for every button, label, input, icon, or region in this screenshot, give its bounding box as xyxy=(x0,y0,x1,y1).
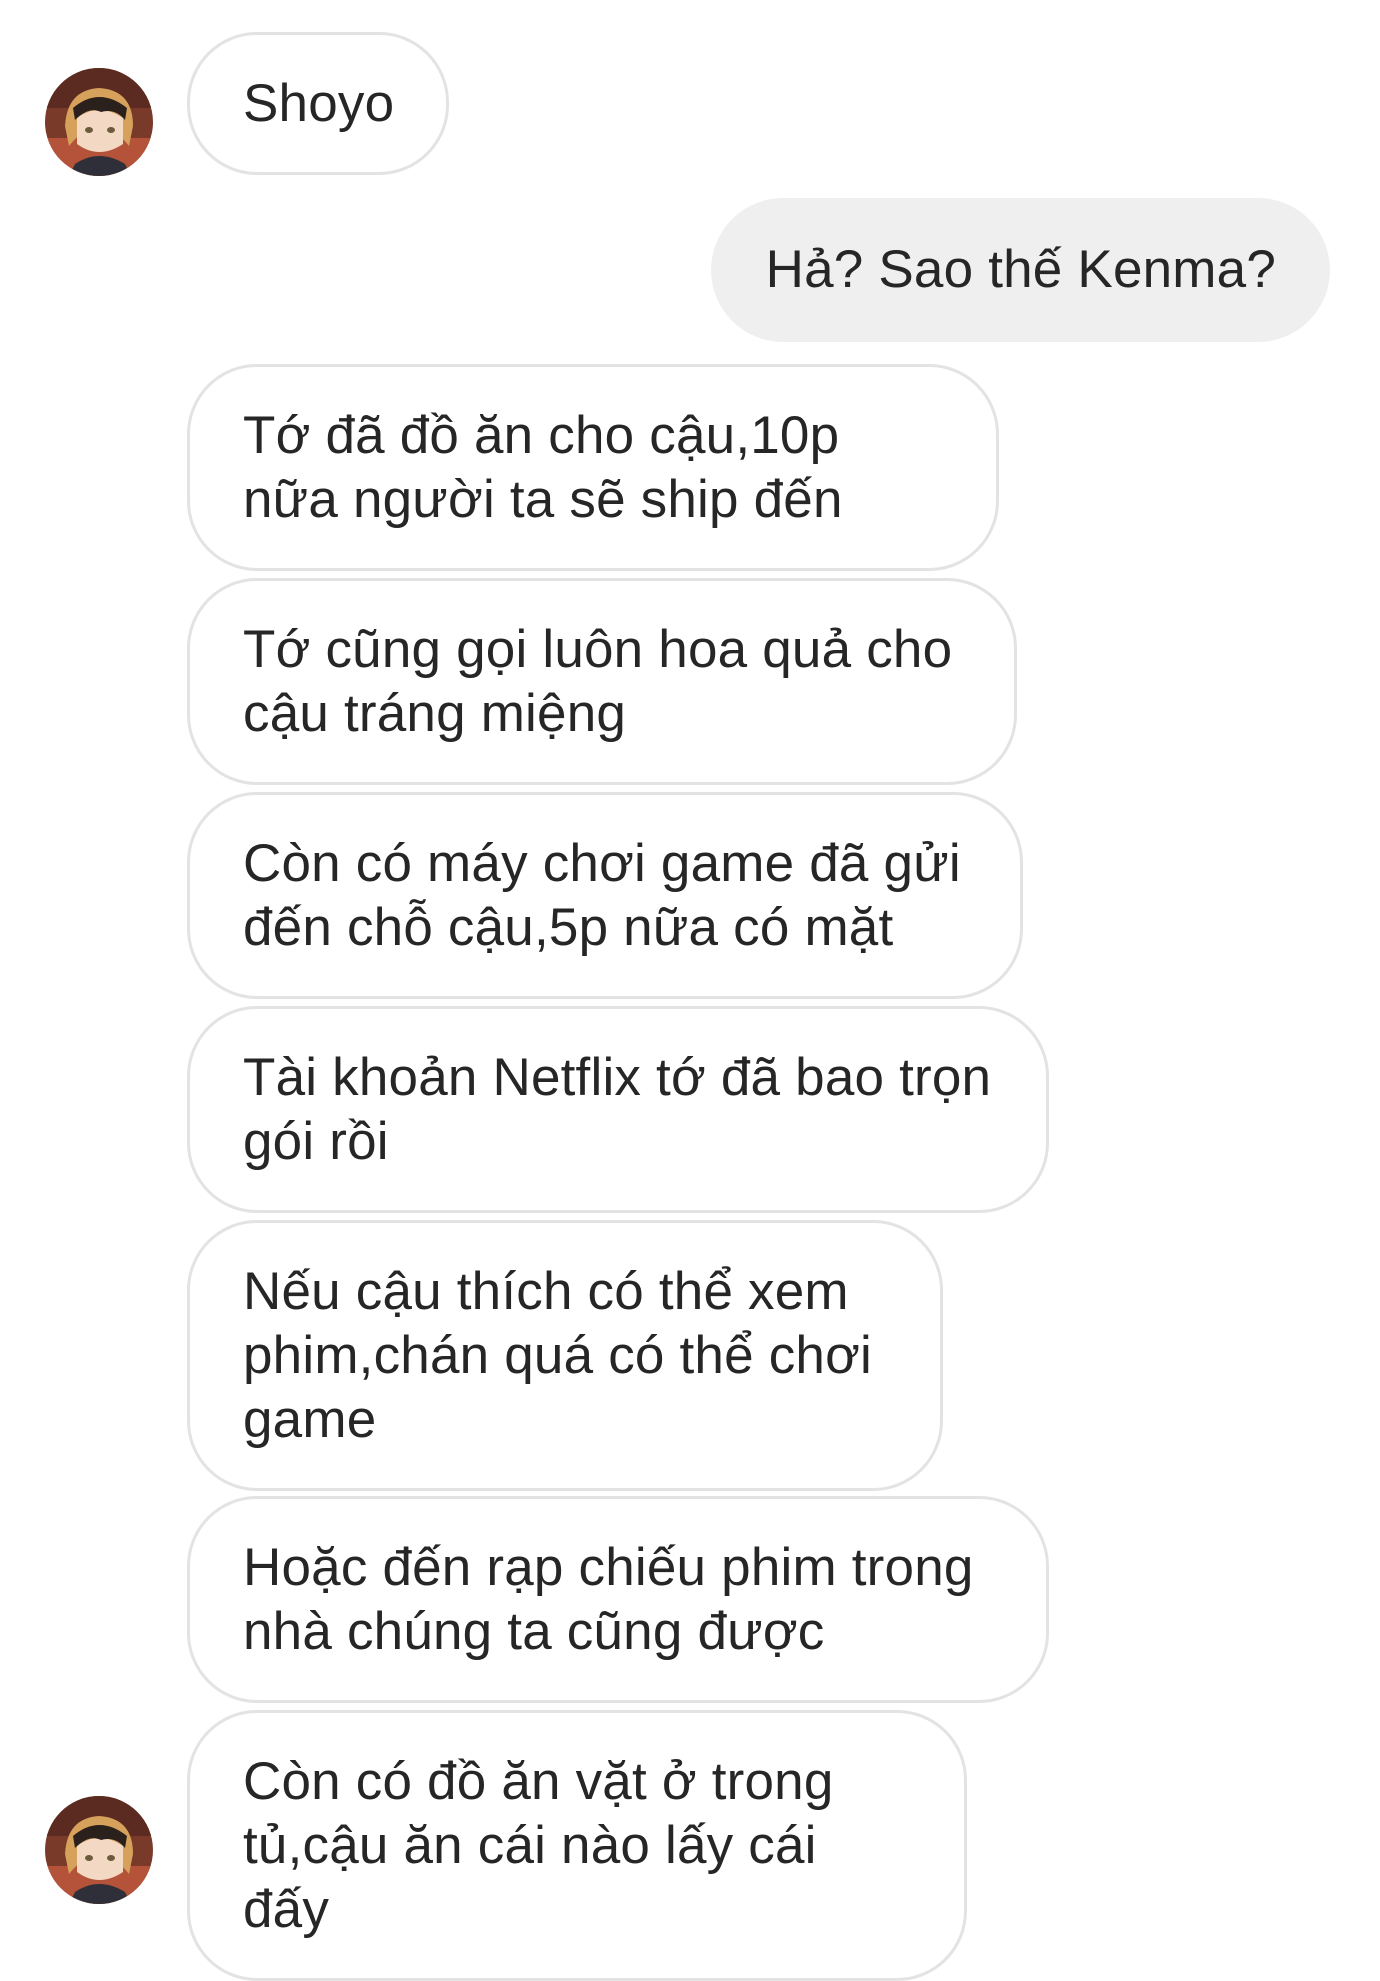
message-thread: Shoyo Hả? Sao thế Kenma? Tớ đã đồ ăn cho… xyxy=(0,0,1380,1981)
message-text: Hả? Sao thế Kenma? xyxy=(765,240,1276,299)
message-incoming[interactable]: Nếu cậu thích có thể xem phim,chán quá c… xyxy=(187,1220,943,1491)
message-incoming[interactable]: Còn có đồ ăn vặt ở trong tủ,cậu ăn cái n… xyxy=(187,1710,967,1981)
message-incoming[interactable]: Tài khoản Netflix tớ đã bao trọn gói rồi xyxy=(187,1006,1049,1213)
message-incoming[interactable]: Còn có máy chơi game đã gửi đến chỗ cậu,… xyxy=(187,792,1023,999)
message-text: Tớ cũng gọi luôn hoa quả cho cậu tráng m… xyxy=(243,620,953,743)
message-text: Còn có đồ ăn vặt ở trong tủ,cậu ăn cái n… xyxy=(243,1752,834,1939)
message-incoming[interactable]: Tớ đã đồ ăn cho cậu,10p nữa người ta sẽ … xyxy=(187,364,999,571)
message-text: Shoyo xyxy=(243,74,395,133)
message-outgoing[interactable]: Hả? Sao thế Kenma? xyxy=(710,198,1330,342)
message-text: Còn có máy chơi game đã gửi đến chỗ cậu,… xyxy=(243,834,961,957)
message-text: Tớ đã đồ ăn cho cậu,10p nữa người ta sẽ … xyxy=(243,406,843,529)
message-text: Tài khoản Netflix tớ đã bao trọn gói rồi xyxy=(243,1048,992,1171)
message-text: Hoặc đến rạp chiếu phim trong nhà chúng … xyxy=(243,1538,974,1661)
kenma-avatar-icon[interactable] xyxy=(45,1796,153,1904)
message-text: Nếu cậu thích có thể xem phim,chán quá c… xyxy=(243,1262,873,1449)
kenma-avatar-icon[interactable] xyxy=(45,68,153,176)
message-incoming[interactable]: Hoặc đến rạp chiếu phim trong nhà chúng … xyxy=(187,1496,1049,1703)
message-incoming[interactable]: Shoyo xyxy=(187,32,450,175)
message-incoming[interactable]: Tớ cũng gọi luôn hoa quả cho cậu tráng m… xyxy=(187,578,1017,785)
